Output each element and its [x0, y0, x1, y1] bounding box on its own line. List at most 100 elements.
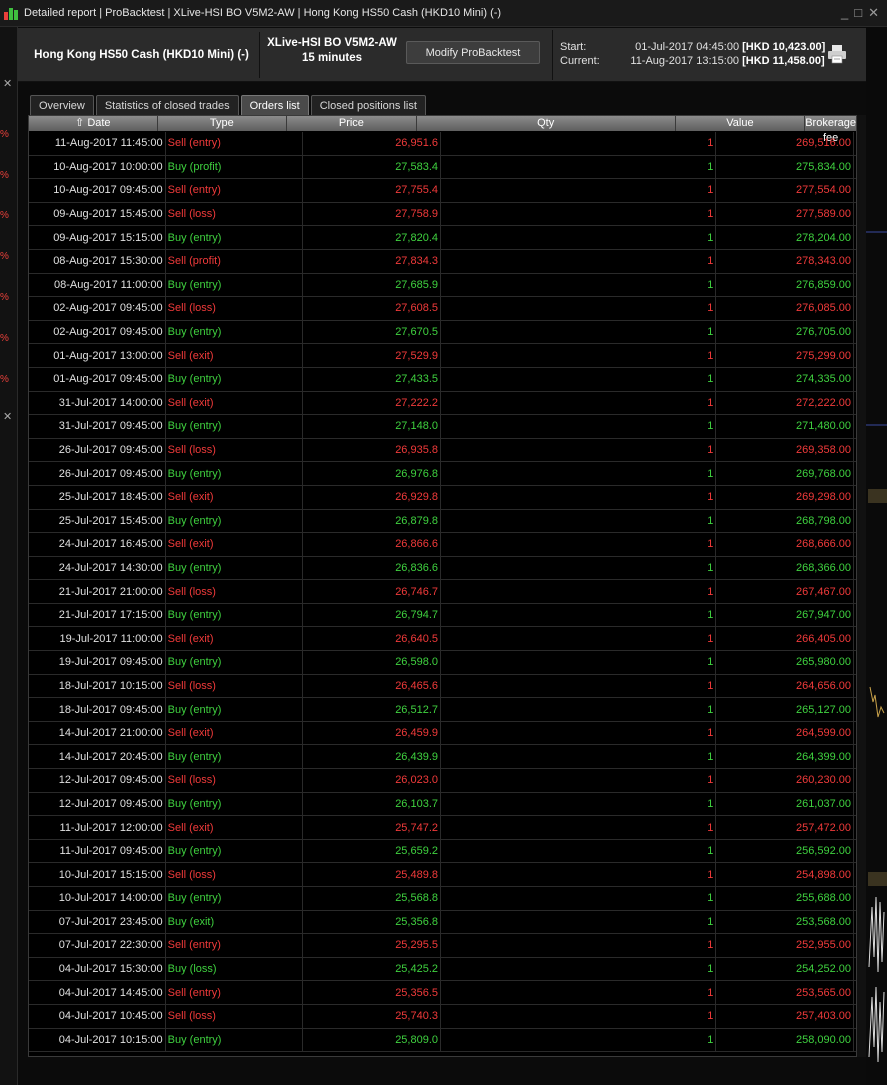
order-type: Buy (entry)	[166, 745, 304, 769]
close-icon[interactable]: ✕	[868, 5, 879, 21]
table-row[interactable]: 12-Jul-2017 09:45:00 Buy (entry) 26,103.7 1…	[29, 792, 856, 817]
table-row[interactable]: 24-Jul-2017 14:30:00 Buy (entry) 26,836.6 1…	[29, 556, 856, 581]
close-icon[interactable]: ✕	[3, 77, 12, 90]
table-row[interactable]: 10-Aug-2017 10:00:00 Buy (profit) 27,583.4…	[29, 155, 856, 180]
order-date: 21-Jul-2017 17:15:00	[29, 603, 166, 627]
percent-mark: %	[0, 170, 9, 181]
order-date: 10-Aug-2017 10:00:00	[29, 155, 166, 179]
table-row[interactable]: 14-Jul-2017 21:00:00 Sell (exit) 26,459.9 1…	[29, 721, 856, 746]
column-header-date[interactable]: ⇧ Date	[29, 116, 158, 131]
tab-overview[interactable]: Overview	[30, 95, 94, 115]
column-header-price[interactable]: Price	[287, 116, 417, 131]
table-row[interactable]: 10-Aug-2017 09:45:00 Sell (entry) 27,755.4…	[29, 179, 856, 203]
table-row[interactable]: 12-Jul-2017 09:45:00 Sell (loss) 26,023.0 1…	[29, 769, 856, 793]
order-date: 09-Aug-2017 15:45:00	[29, 202, 166, 226]
tab-closed-positions-list[interactable]: Closed positions list	[310, 95, 426, 115]
table-row[interactable]: 04-Jul-2017 10:45:00 Sell (loss) 25,740.3 1…	[29, 1004, 856, 1029]
modify-probacktest-button[interactable]: Modify ProBacktest	[406, 41, 540, 64]
table-row[interactable]: 21-Jul-2017 21:00:00 Sell (loss) 26,746.7 1…	[29, 580, 856, 604]
order-value: 277,589.00	[716, 202, 855, 226]
table-row[interactable]: 09-Aug-2017 15:15:00 Buy (entry) 27,820.4 1…	[29, 226, 856, 250]
order-brokerage-fee: 0.00	[854, 675, 856, 698]
order-qty: 1	[441, 934, 717, 957]
table-row[interactable]: 11-Jul-2017 12:00:00 Sell (exit) 25,747.2 1…	[29, 816, 856, 840]
order-value: 265,127.00	[716, 698, 855, 721]
maximize-icon[interactable]: □	[854, 5, 862, 21]
order-type: Buy (entry)	[166, 698, 304, 721]
order-type: Buy (entry)	[166, 273, 304, 297]
column-header-value[interactable]: Value	[676, 116, 806, 131]
order-value: 264,399.00	[716, 745, 855, 769]
header-divider	[552, 30, 553, 80]
table-row[interactable]: 26-Jul-2017 09:45:00 Sell (loss) 26,935.8 1…	[29, 438, 856, 463]
table-row[interactable]: 07-Jul-2017 22:30:00 Sell (entry) 25,295.5…	[29, 934, 856, 958]
background-chart-lines	[866, 231, 887, 1063]
table-row[interactable]: 04-Jul-2017 15:30:00 Buy (loss) 25,425.2 1 2…	[29, 957, 856, 982]
table-row[interactable]: 10-Jul-2017 14:00:00 Buy (entry) 25,568.8 1…	[29, 887, 856, 911]
order-brokerage-fee: 0.00	[854, 179, 856, 202]
order-date: 02-Aug-2017 09:45:00	[29, 320, 166, 344]
order-brokerage-fee: 0.00	[854, 911, 856, 934]
order-qty: 1	[441, 769, 717, 792]
table-row[interactable]: 24-Jul-2017 16:45:00 Sell (exit) 26,866.6 1…	[29, 533, 856, 557]
print-icon[interactable]	[826, 44, 848, 64]
order-qty: 1	[441, 132, 717, 155]
table-row[interactable]: 14-Jul-2017 20:45:00 Buy (entry) 26,439.9 1…	[29, 745, 856, 770]
table-row[interactable]: 18-Jul-2017 09:45:00 Buy (entry) 26,512.7 1…	[29, 698, 856, 722]
tab-orders-list[interactable]: Orders list	[240, 95, 309, 115]
order-type: Buy (entry)	[166, 792, 304, 816]
table-row[interactable]: 18-Jul-2017 10:15:00 Sell (loss) 26,465.6 1…	[29, 674, 856, 699]
table-row[interactable]: 25-Jul-2017 15:45:00 Buy (entry) 26,879.8 1…	[29, 509, 856, 534]
background-window-right	[866, 27, 887, 1085]
table-row[interactable]: 26-Jul-2017 09:45:00 Buy (entry) 26,976.8 1…	[29, 462, 856, 486]
table-row[interactable]: 08-Aug-2017 15:30:00 Sell (profit) 27,834.…	[29, 249, 856, 274]
table-row[interactable]: 19-Jul-2017 09:45:00 Buy (entry) 26,598.0 1…	[29, 651, 856, 675]
table-row[interactable]: 04-Jul-2017 14:45:00 Sell (entry) 25,356.5…	[29, 981, 856, 1005]
order-date: 08-Aug-2017 15:30:00	[29, 249, 166, 273]
order-qty: 1	[441, 627, 717, 651]
order-date: 08-Aug-2017 11:00:00	[29, 273, 166, 297]
strategy-info: XLive-HSI BO V5M2-AW 15 minutes	[262, 36, 402, 66]
table-row[interactable]: 02-Aug-2017 09:45:00 Sell (loss) 27,608.5 1…	[29, 297, 856, 321]
table-row[interactable]: 08-Aug-2017 11:00:00 Buy (entry) 27,685.9 1…	[29, 273, 856, 298]
table-row[interactable]: 01-Aug-2017 09:45:00 Buy (entry) 27,433.5 1…	[29, 367, 856, 392]
order-price: 27,222.2	[303, 391, 442, 415]
order-type: Sell (exit)	[166, 721, 304, 745]
tab-statistics-closed-trades[interactable]: Statistics of closed trades	[95, 95, 239, 115]
close-icon[interactable]: ✕	[3, 410, 12, 423]
start-label: Start:	[560, 41, 587, 53]
table-row[interactable]: 11-Jul-2017 09:45:00 Buy (entry) 25,659.2 1…	[29, 839, 856, 864]
order-price: 27,685.9	[303, 273, 442, 297]
order-price: 27,820.4	[303, 226, 442, 249]
table-scrollbar[interactable]	[857, 115, 866, 1057]
minimize-icon[interactable]: _	[841, 5, 848, 21]
table-row[interactable]: 07-Jul-2017 23:45:00 Buy (exit) 25,356.8 1 2…	[29, 910, 856, 935]
table-row[interactable]: 01-Aug-2017 13:00:00 Sell (exit) 27,529.9 1…	[29, 344, 856, 368]
column-header-type[interactable]: Type	[158, 116, 288, 131]
column-header-qty[interactable]: Qty	[417, 116, 676, 131]
table-row[interactable]: 21-Jul-2017 17:15:00 Buy (entry) 26,794.7 1…	[29, 603, 856, 628]
table-row[interactable]: 04-Jul-2017 10:15:00 Buy (entry) 25,809.0 1…	[29, 1028, 856, 1053]
table-row[interactable]: 02-Aug-2017 09:45:00 Buy (entry) 27,670.5 1…	[29, 320, 856, 345]
order-date: 25-Jul-2017 18:45:00	[29, 485, 166, 509]
order-price: 27,433.5	[303, 367, 442, 391]
table-row[interactable]: 31-Jul-2017 09:45:00 Buy (entry) 27,148.0 1…	[29, 415, 856, 439]
order-price: 25,425.2	[303, 957, 442, 981]
order-brokerage-fee: 0.00	[854, 793, 856, 816]
table-row[interactable]: 31-Jul-2017 14:00:00 Sell (exit) 27,222.2 1…	[29, 391, 856, 416]
order-brokerage-fee: 0.00	[854, 1005, 856, 1028]
order-price: 26,879.8	[303, 509, 442, 533]
table-row[interactable]: 19-Jul-2017 11:00:00 Sell (exit) 26,640.5 1…	[29, 627, 856, 652]
order-type: Buy (entry)	[166, 651, 304, 674]
percent-mark: %	[0, 374, 9, 385]
order-type: Sell (exit)	[166, 344, 304, 367]
table-row[interactable]: 11-Aug-2017 11:45:00 Sell (entry) 26,951.6…	[29, 132, 856, 156]
table-row[interactable]: 10-Jul-2017 15:15:00 Sell (loss) 25,489.8 1…	[29, 863, 856, 887]
order-value: 264,656.00	[716, 674, 855, 698]
table-row[interactable]: 09-Aug-2017 15:45:00 Sell (loss) 27,758.9 1…	[29, 202, 856, 227]
order-date: 02-Aug-2017 09:45:00	[29, 297, 166, 320]
order-brokerage-fee: 0.00	[854, 439, 856, 462]
column-header-brokerage-fee[interactable]: Brokerage fee	[805, 116, 856, 144]
table-row[interactable]: 25-Jul-2017 18:45:00 Sell (exit) 26,929.8 1…	[29, 485, 856, 510]
table-header: ⇧ Date Type Price Qty Value Brokerage fe…	[29, 116, 856, 144]
